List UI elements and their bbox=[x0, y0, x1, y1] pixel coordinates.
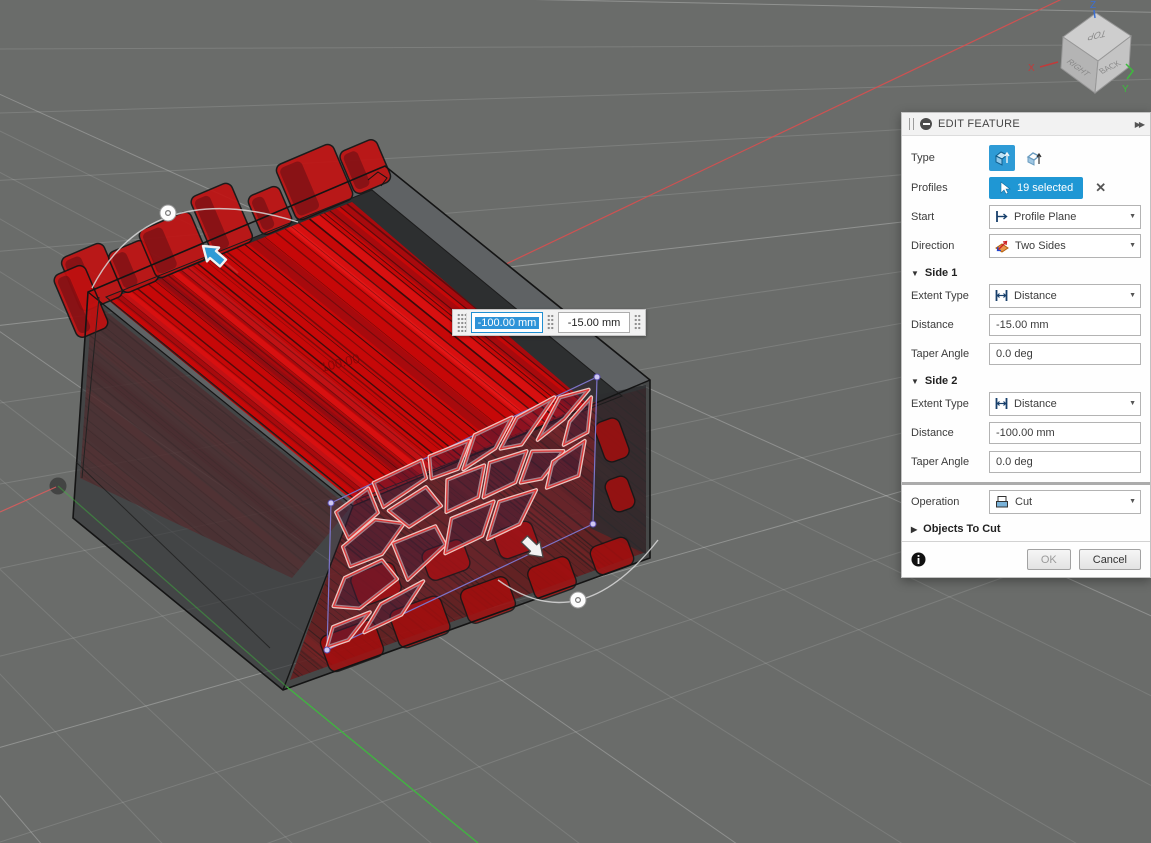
extrude-thin-icon bbox=[1025, 149, 1043, 167]
chevron-down-icon: ▼ bbox=[1129, 292, 1136, 299]
side2-distance-text: -100.00 mm bbox=[996, 427, 1055, 439]
side2-distance-field[interactable]: -100.00 mm bbox=[989, 422, 1141, 444]
ok-button[interactable]: OK bbox=[1027, 549, 1071, 570]
taper-angle-label: Taper Angle bbox=[911, 348, 989, 360]
operation-dropdown[interactable]: Cut ▼ bbox=[989, 490, 1141, 514]
extrude-solid-icon bbox=[993, 149, 1011, 167]
side1-extent-value: Distance bbox=[1014, 290, 1057, 302]
y-axis-line bbox=[287, 687, 478, 843]
side1-taper-row: Taper Angle 0.0 deg bbox=[911, 341, 1141, 366]
extrude-thin-button[interactable] bbox=[1021, 145, 1047, 171]
distance-label: Distance bbox=[911, 319, 989, 331]
y-axis-label: Y bbox=[1122, 84, 1129, 95]
side2-extent-value: Distance bbox=[1014, 398, 1057, 410]
x-axis-label: X bbox=[1028, 63, 1035, 74]
dimension-input-bar[interactable]: -100.00 mm -15.00 mm bbox=[452, 309, 646, 336]
drag-handle-icon[interactable] bbox=[547, 314, 554, 331]
chevron-collapsed-icon: ▶ bbox=[911, 525, 917, 534]
side2-taper-row: Taper Angle 0.0 deg bbox=[911, 449, 1141, 474]
dialog-title: EDIT FEATURE bbox=[938, 118, 1020, 130]
side1-title: Side 1 bbox=[925, 267, 957, 279]
side2-distance-row: Distance -100.00 mm bbox=[911, 420, 1141, 445]
side1-taper-text: 0.0 deg bbox=[996, 348, 1033, 360]
x-axis-line bbox=[0, 487, 56, 512]
dialog-footer: OK Cancel bbox=[902, 541, 1150, 577]
profile-plane-icon bbox=[994, 209, 1009, 224]
viewcube-z-axis bbox=[1094, 10, 1095, 18]
distance-label: Distance bbox=[911, 427, 989, 439]
extent-type-label: Extent Type bbox=[911, 290, 989, 302]
direction-dropdown[interactable]: Two Sides ▼ bbox=[989, 234, 1141, 258]
type-row: Type bbox=[911, 145, 1141, 171]
chevron-expanded-icon: ▼ bbox=[911, 269, 919, 278]
chevron-expanded-icon: ▼ bbox=[911, 377, 919, 386]
objects-to-cut-header[interactable]: ▶ Objects To Cut bbox=[911, 523, 1141, 535]
drag-handle-icon[interactable] bbox=[457, 313, 467, 332]
side2-extent-dropdown[interactable]: Distance ▼ bbox=[989, 392, 1141, 416]
operation-row: Operation Cut ▼ bbox=[911, 489, 1141, 514]
fusion-viewport[interactable]: 100.00 TOP RIGHT BACK X Y bbox=[0, 0, 1151, 843]
objects-to-cut-title: Objects To Cut bbox=[923, 523, 1000, 535]
cut-operation-icon bbox=[994, 494, 1010, 510]
dialog-header[interactable]: EDIT FEATURE ▶▶ bbox=[902, 113, 1150, 136]
collapse-panel-icon[interactable]: ▶▶ bbox=[1135, 120, 1143, 129]
side2-taper-text: 0.0 deg bbox=[996, 456, 1033, 468]
z-axis-label: Z bbox=[1090, 0, 1096, 11]
side2-title: Side 2 bbox=[925, 375, 957, 387]
side1-distance-input[interactable]: -15.00 mm bbox=[558, 312, 630, 333]
profiles-label: Profiles bbox=[911, 182, 989, 194]
side2-extent-row: Extent Type Distance ▼ bbox=[911, 391, 1141, 416]
chevron-down-icon: ▼ bbox=[1129, 242, 1136, 249]
distance-icon bbox=[994, 396, 1009, 411]
extrude-solid-button[interactable] bbox=[989, 145, 1015, 171]
extent-type-label: Extent Type bbox=[911, 398, 989, 410]
viewcube-x-axis bbox=[1040, 62, 1058, 67]
type-label: Type bbox=[911, 152, 989, 164]
side2-distance-value: -100.00 mm bbox=[475, 317, 540, 329]
cursor-icon bbox=[999, 181, 1011, 195]
direction-label: Direction bbox=[911, 240, 989, 252]
chevron-down-icon: ▼ bbox=[1129, 498, 1136, 505]
side1-distance-text: -15.00 mm bbox=[996, 319, 1049, 331]
side2-taper-field[interactable]: 0.0 deg bbox=[989, 451, 1141, 473]
chevron-down-icon: ▼ bbox=[1129, 400, 1136, 407]
start-row: Start Profile Plane ▼ bbox=[911, 204, 1141, 229]
clear-selection-icon[interactable]: ✕ bbox=[1095, 180, 1106, 196]
cancel-button[interactable]: Cancel bbox=[1079, 549, 1141, 570]
taper-angle-label: Taper Angle bbox=[911, 456, 989, 468]
side1-distance-row: Distance -15.00 mm bbox=[911, 312, 1141, 337]
rotate-manipulator-handle[interactable] bbox=[160, 205, 176, 221]
rotate-manipulator-handle[interactable] bbox=[570, 592, 586, 608]
drag-handle-icon[interactable] bbox=[634, 314, 641, 331]
two-sides-icon bbox=[994, 238, 1010, 254]
operation-label: Operation bbox=[911, 496, 989, 508]
side1-distance-value: -15.00 mm bbox=[568, 317, 621, 329]
feature-edit-icon bbox=[920, 118, 932, 130]
side1-taper-field[interactable]: 0.0 deg bbox=[989, 343, 1141, 365]
edit-feature-dialog[interactable]: EDIT FEATURE ▶▶ Type bbox=[901, 112, 1151, 578]
profiles-row: Profiles 19 selected ✕ bbox=[911, 175, 1141, 200]
section-divider bbox=[902, 482, 1150, 485]
chevron-down-icon: ▼ bbox=[1129, 213, 1136, 220]
side1-distance-field[interactable]: -15.00 mm bbox=[989, 314, 1141, 336]
side2-section-header[interactable]: ▼ Side 2 bbox=[911, 375, 1141, 387]
direction-row: Direction Two Sides ▼ bbox=[911, 233, 1141, 258]
side1-extent-dropdown[interactable]: Distance ▼ bbox=[989, 284, 1141, 308]
info-icon[interactable] bbox=[911, 552, 926, 567]
side2-distance-input[interactable]: -100.00 mm bbox=[471, 312, 543, 333]
start-dropdown[interactable]: Profile Plane ▼ bbox=[989, 205, 1141, 229]
direction-value: Two Sides bbox=[1015, 240, 1066, 252]
dialog-grip-icon[interactable] bbox=[909, 118, 914, 130]
box-corner-post bbox=[590, 385, 646, 554]
operation-value: Cut bbox=[1015, 496, 1032, 508]
start-label: Start bbox=[911, 211, 989, 223]
start-value: Profile Plane bbox=[1014, 211, 1076, 223]
side1-section-header[interactable]: ▼ Side 1 bbox=[911, 267, 1141, 279]
side1-extent-row: Extent Type Distance ▼ bbox=[911, 283, 1141, 308]
profiles-selected-button[interactable]: 19 selected bbox=[989, 177, 1083, 199]
profiles-count: 19 selected bbox=[1017, 182, 1073, 194]
distance-icon bbox=[994, 288, 1009, 303]
